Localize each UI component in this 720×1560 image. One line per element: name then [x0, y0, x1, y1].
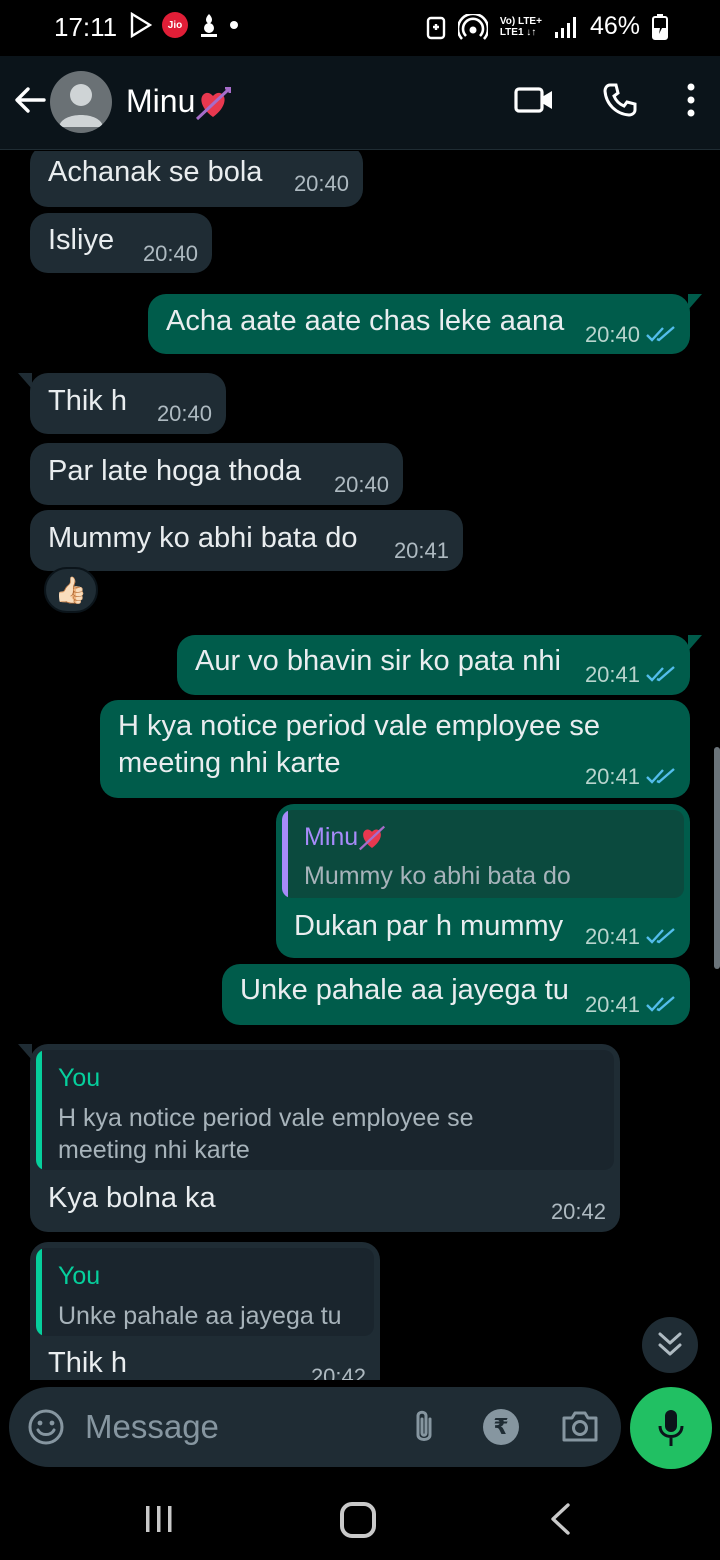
- message-time: 20:40: [142, 241, 198, 266]
- message-text: Unke pahale aa jayega tu: [240, 974, 569, 1006]
- voice-call-icon[interactable]: [602, 82, 638, 118]
- notification-dot: [230, 21, 238, 29]
- quoted-message[interactable]: You H kya notice period vale employee se…: [36, 1050, 614, 1170]
- message-time: 20:42: [310, 1364, 366, 1380]
- fan-icon: [201, 14, 217, 37]
- message-text: Aur vo bhavin sir ko pata nhi: [195, 645, 561, 677]
- recent-apps-icon[interactable]: [144, 1504, 174, 1534]
- nfc-icon: [426, 16, 446, 39]
- voice-record-button[interactable]: [630, 1387, 712, 1469]
- status-time: 17:11: [54, 12, 118, 42]
- scroll-to-bottom-button[interactable]: [642, 1317, 698, 1373]
- message-time: 20:41: [584, 662, 640, 687]
- heart-with-arrow-icon: [196, 86, 232, 120]
- quoted-sender: You: [58, 1262, 101, 1290]
- message-incoming[interactable]: Par late hoga thoda 20:40: [30, 443, 403, 505]
- play-store-icon: [130, 12, 152, 38]
- message-text: Kya bolna ka: [48, 1182, 216, 1214]
- home-button[interactable]: [340, 1502, 376, 1538]
- quoted-text: Unke pahale aa jayega tu: [58, 1302, 342, 1330]
- message-input[interactable]: Message: [85, 1408, 219, 1446]
- message-time: 20:41: [584, 992, 640, 1017]
- system-navigation-bar: [0, 1478, 720, 1560]
- read-ticks-icon: [646, 666, 675, 682]
- message-text: Thik h: [48, 1347, 127, 1379]
- message-incoming[interactable]: Thik h 20:40: [18, 373, 226, 434]
- video-call-icon[interactable]: [514, 84, 554, 116]
- message-text: Achanak se bola: [48, 156, 263, 188]
- message-outgoing[interactable]: Unke pahale aa jayega tu 20:41: [222, 964, 690, 1025]
- quote-bar: [36, 1248, 42, 1336]
- chat-header: Minu: [0, 56, 720, 150]
- contact-name[interactable]: Minu: [126, 83, 232, 121]
- message-outgoing[interactable]: H kya notice period vale employee se mee…: [100, 700, 690, 798]
- lte-indicator: Vo) LTE+ LTE1 ↓↑: [499, 15, 542, 38]
- quote-bar: [36, 1050, 42, 1170]
- message-text: Par late hoga thoda: [48, 455, 302, 487]
- message-time: 20:40: [333, 472, 389, 497]
- default-avatar-icon: [59, 84, 103, 127]
- quoted-text-line: H kya notice period vale employee se: [58, 1104, 474, 1132]
- message-text: Thik h: [48, 385, 127, 417]
- message-list[interactable]: Achanak se bola 20:40 Isliye 20:40 Acha …: [0, 151, 720, 1380]
- jio-icon: Jio: [162, 12, 188, 38]
- attach-icon[interactable]: [409, 1407, 439, 1447]
- read-ticks-icon: [646, 996, 675, 1012]
- message-time: 20:40: [584, 322, 640, 347]
- heart-with-arrow-icon: [359, 826, 386, 851]
- message-time: 20:41: [393, 538, 449, 563]
- message-time: 20:42: [550, 1199, 606, 1224]
- battery-charging-icon: [652, 13, 668, 40]
- quoted-sender: Minu: [304, 823, 386, 852]
- header-actions: [514, 82, 696, 118]
- status-bar: 17:11 Jio Vo) LTE+ LTE1 ↓↑ 46%: [0, 0, 720, 56]
- message-outgoing[interactable]: Aur vo bhavin sir ko pata nhi 20:41: [177, 635, 702, 695]
- double-chevron-down-icon: [658, 1332, 682, 1356]
- message-time: 20:40: [293, 171, 349, 196]
- message-outgoing-reply[interactable]: Minu Mummy ko abhi bata do Dukan par h m…: [276, 804, 690, 958]
- message-composer[interactable]: Message ₹: [9, 1387, 621, 1467]
- read-ticks-icon: [646, 768, 675, 784]
- message-incoming-reply[interactable]: You H kya notice period vale employee se…: [18, 1044, 620, 1232]
- quoted-text-line: meeting nhi karte: [58, 1136, 250, 1164]
- read-ticks-icon: [646, 928, 675, 944]
- quoted-sender: You: [58, 1064, 101, 1092]
- message-incoming-reply[interactable]: You Unke pahale aa jayega tu Thik h 20:4…: [30, 1242, 380, 1380]
- battery-percent: 46%: [589, 12, 640, 40]
- message-text: Mummy ko abhi bata do: [48, 522, 358, 554]
- message-incoming[interactable]: Isliye 20:40: [30, 213, 212, 273]
- message-incoming[interactable]: Mummy ko abhi bata do 20:41: [30, 510, 463, 571]
- message-text: Acha aate aate chas leke aana: [166, 305, 565, 337]
- microphone-icon: [658, 1410, 684, 1446]
- message-reaction[interactable]: 👍🏻: [44, 567, 98, 613]
- status-right-icons: Vo) LTE+ LTE1 ↓↑ 46%: [426, 12, 668, 41]
- nav-back-icon[interactable]: [548, 1502, 572, 1536]
- payment-icon[interactable]: ₹: [483, 1409, 519, 1445]
- camera-icon[interactable]: [561, 1409, 599, 1443]
- message-time: 20:40: [156, 401, 212, 426]
- message-text-line: meeting nhi karte: [118, 747, 341, 779]
- message-text-line: H kya notice period vale employee se: [118, 710, 600, 742]
- read-ticks-icon: [646, 326, 675, 342]
- message-incoming[interactable]: Achanak se bola 20:40: [30, 151, 363, 207]
- chat-scrollbar[interactable]: [714, 747, 720, 969]
- back-arrow-icon[interactable]: [12, 82, 48, 118]
- message-time: 20:41: [584, 924, 640, 949]
- quoted-text: Mummy ko abhi bata do: [304, 862, 571, 890]
- message-text: Dukan par h mummy: [294, 910, 564, 942]
- message-outgoing[interactable]: Acha aate aate chas leke aana 20:40: [148, 294, 702, 354]
- message-text: Isliye: [48, 224, 115, 256]
- quote-bar: [282, 810, 288, 898]
- signal-icon: [554, 16, 576, 38]
- more-options-icon[interactable]: [686, 83, 696, 117]
- status-left-icons: Jio: [130, 12, 238, 38]
- message-time: 20:41: [584, 764, 640, 789]
- emoji-icon[interactable]: [27, 1408, 65, 1446]
- quoted-message[interactable]: Minu Mummy ko abhi bata do: [282, 810, 684, 898]
- hotspot-icon: [457, 13, 488, 40]
- quoted-message[interactable]: You Unke pahale aa jayega tu: [36, 1248, 374, 1336]
- avatar[interactable]: [50, 71, 112, 133]
